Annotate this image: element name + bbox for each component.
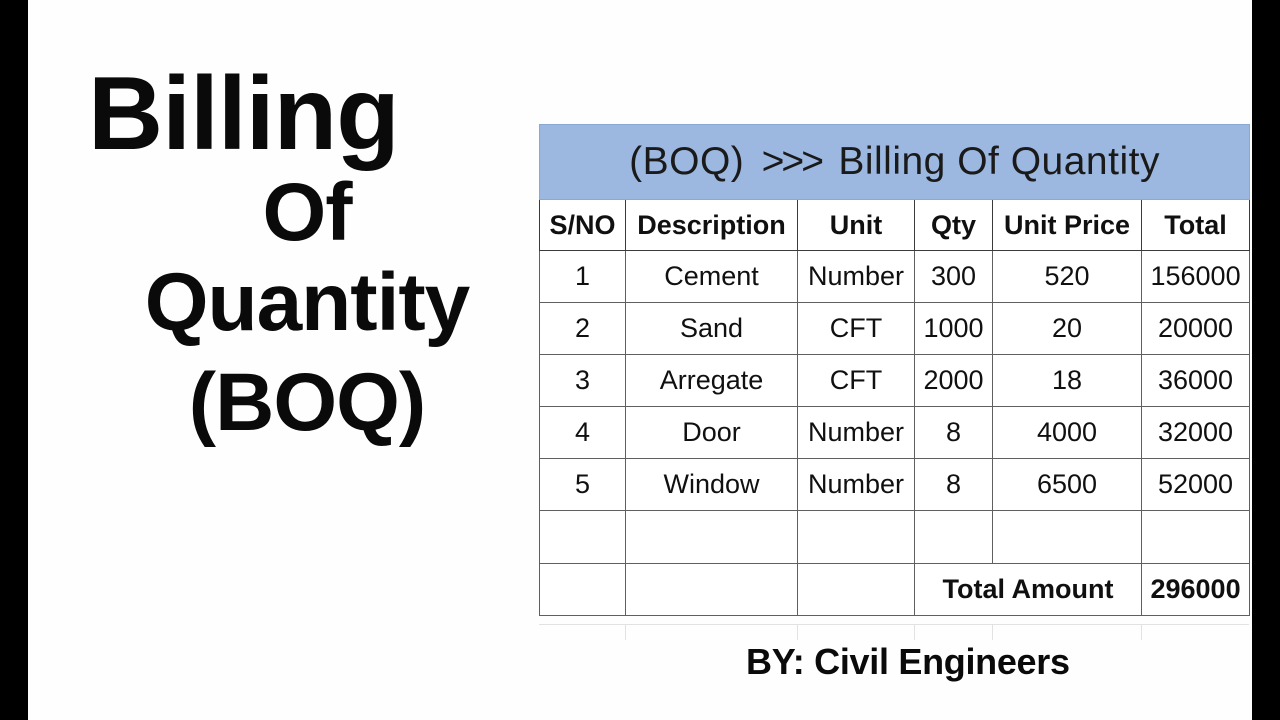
cell-description[interactable]: Cement	[625, 250, 798, 303]
cell-description[interactable]: Arregate	[625, 354, 798, 407]
cell-total[interactable]: 20000	[1140, 302, 1251, 355]
cell-unit-price[interactable]: 18	[992, 354, 1142, 407]
cell-total[interactable]: 32000	[1140, 406, 1251, 459]
ghost-gridline	[797, 624, 798, 640]
cell-qty[interactable]: 1000	[914, 302, 993, 355]
letterbox-bar-right	[1252, 0, 1280, 720]
cell-description[interactable]	[625, 563, 798, 616]
column-header-total: Total	[1140, 199, 1251, 251]
cell-total[interactable]: 52000	[1140, 458, 1251, 511]
poster-title: Billing Of Quantity (BOQ)	[72, 62, 542, 444]
cell-sno[interactable]: 4	[539, 406, 626, 459]
cell-description[interactable]: Door	[625, 406, 798, 459]
cell-unit[interactable]: CFT	[797, 302, 915, 355]
table-row-total[interactable]: Total Amount 296000	[539, 563, 1251, 616]
table-row[interactable]: 1 Cement Number 300 520 156000	[539, 250, 1251, 303]
byline-credit: BY: Civil Engineers	[746, 641, 1070, 682]
cell-unit[interactable]: Number	[797, 250, 915, 303]
boq-table: (BOQ) >>> Billing Of Quantity S/NO Descr…	[538, 124, 1251, 616]
title-line-1: Billing	[88, 56, 400, 172]
cell-sno[interactable]: 5	[539, 458, 626, 511]
cell-unit-price[interactable]: 20	[992, 302, 1142, 355]
title-line-3: Quantity	[144, 257, 471, 348]
ghost-gridline	[625, 624, 626, 640]
table-row[interactable]: 3 Arregate CFT 2000 18 36000	[539, 354, 1251, 407]
cell-total[interactable]: 156000	[1140, 250, 1251, 303]
cell-description[interactable]: Sand	[625, 302, 798, 355]
cell-unit-price[interactable]	[992, 510, 1142, 564]
ghost-gridline	[1141, 624, 1142, 640]
ghost-gridline	[992, 624, 993, 640]
column-header-unit-price: Unit Price	[992, 199, 1142, 251]
total-amount-value[interactable]: 296000	[1140, 563, 1251, 616]
cell-qty[interactable]: 300	[914, 250, 993, 303]
banner-arrows-icon: >>>	[761, 140, 824, 183]
column-header-unit: Unit	[797, 199, 915, 251]
table-banner-row: (BOQ) >>> Billing Of Quantity	[538, 124, 1251, 200]
cell-total[interactable]: 36000	[1140, 354, 1251, 407]
column-header-description: Description	[625, 199, 798, 251]
cell-qty[interactable]: 2000	[914, 354, 993, 407]
banner-cell: (BOQ) >>> Billing Of Quantity	[538, 124, 1251, 200]
cell-unit[interactable]	[797, 563, 915, 616]
banner-suffix: Billing Of Quantity	[838, 140, 1160, 183]
table-row[interactable]: 5 Window Number 8 6500 52000	[539, 458, 1251, 511]
letterbox-bar-left	[0, 0, 28, 720]
cell-qty[interactable]: 8	[914, 458, 993, 511]
cell-sno[interactable]: 3	[539, 354, 626, 407]
cell-qty[interactable]: 8	[914, 406, 993, 459]
title-line-4: (BOQ)	[188, 357, 426, 448]
column-header-sno: S/NO	[539, 199, 626, 251]
title-line-2: Of	[262, 167, 352, 258]
table-row[interactable]: 4 Door Number 8 4000 32000	[539, 406, 1251, 459]
cell-description[interactable]: Window	[625, 458, 798, 511]
cell-sno[interactable]: 1	[539, 250, 626, 303]
cell-total[interactable]	[1140, 510, 1251, 564]
boq-spreadsheet: (BOQ) >>> Billing Of Quantity S/NO Descr…	[538, 124, 1251, 616]
cell-unit[interactable]: Number	[797, 458, 915, 511]
banner-prefix: (BOQ)	[629, 140, 745, 183]
cell-unit-price[interactable]: 6500	[992, 458, 1142, 511]
ghost-gridline	[914, 624, 915, 640]
cell-sno[interactable]	[539, 510, 626, 564]
cell-unit-price[interactable]: 4000	[992, 406, 1142, 459]
cell-qty[interactable]	[914, 510, 993, 564]
cell-sno[interactable]	[539, 563, 626, 616]
cell-sno[interactable]: 2	[539, 302, 626, 355]
ghost-gridline	[539, 624, 1249, 625]
table-row-empty[interactable]	[539, 510, 1251, 564]
cell-unit[interactable]: CFT	[797, 354, 915, 407]
cell-unit[interactable]	[797, 510, 915, 564]
total-amount-label: Total Amount	[914, 563, 1142, 616]
table-row[interactable]: 2 Sand CFT 1000 20 20000	[539, 302, 1251, 355]
cell-unit-price[interactable]: 520	[992, 250, 1142, 303]
cell-description[interactable]	[625, 510, 798, 564]
poster-canvas: Billing Of Quantity (BOQ) (BOQ) >>> Bill…	[0, 0, 1280, 720]
column-header-qty: Qty	[914, 199, 993, 251]
cell-unit[interactable]: Number	[797, 406, 915, 459]
table-header-row: S/NO Description Unit Qty Unit Price Tot…	[539, 199, 1251, 251]
